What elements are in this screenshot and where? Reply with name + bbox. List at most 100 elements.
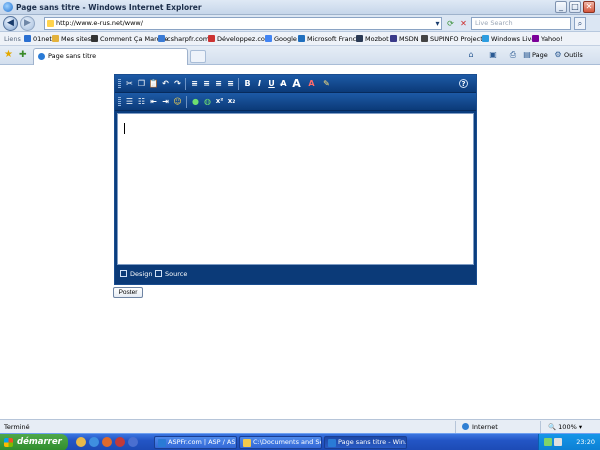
task-page-sans-titre[interactable]: Page sans titre - Win... [324,436,407,449]
copy-icon[interactable]: ❐ [136,78,147,89]
folder-icon [52,35,59,42]
link-windows-live[interactable]: Windows Live [482,35,535,43]
link-label: Développez.com [217,35,272,43]
link-supinfo[interactable]: SUPINFO Projects [421,35,486,43]
tray-network-icon[interactable] [544,438,552,446]
dropdown-icon[interactable]: ▾ [432,18,443,29]
link-microsoft-france[interactable]: Microsoft France [298,35,360,43]
taskbar: démarrer ASPFr.com | ASP / AS... C:\Docu… [0,433,600,450]
align-left-icon[interactable]: ≡ [189,78,200,89]
source-icon [155,270,162,277]
feeds-icon[interactable]: ▣ [488,50,498,60]
close-button[interactable]: ✕ [583,1,595,13]
link-label: SUPINFO Projects [430,35,487,43]
toolbar-separator [186,96,187,108]
justify-icon[interactable]: ≡ [225,78,236,89]
underline-icon[interactable]: U [266,78,277,89]
toolbar-grip[interactable] [118,79,121,89]
stop-icon[interactable]: ✕ [458,18,469,29]
paste-icon[interactable]: 📋 [148,78,159,89]
unordered-list-icon[interactable]: ☷ [136,96,147,107]
source-mode-tab[interactable]: Source [155,270,187,278]
align-center-icon[interactable]: ≡ [201,78,212,89]
page-menu[interactable]: Page [532,51,548,59]
text-caret [124,123,125,134]
source-label: Source [165,270,188,278]
page-icon [532,35,539,42]
toolbar-grip[interactable] [118,97,121,107]
start-button[interactable]: démarrer [0,434,68,450]
zoom-level: 100% [558,423,577,431]
smiley-icon[interactable]: ☺ [172,96,183,107]
security-zone[interactable]: Internet [462,423,498,431]
link-yahoo[interactable]: Yahoo! [532,35,563,43]
ordered-list-icon[interactable]: ☰ [124,96,135,107]
task-aspfr[interactable]: ASPFr.com | ASP / AS... [154,436,237,449]
windows-flag-icon [4,438,13,447]
bold-icon[interactable]: B [242,78,253,89]
indent-icon[interactable]: ⇥ [160,96,171,107]
search-input[interactable]: Live Search [471,17,571,30]
italic-icon[interactable]: I [254,78,265,89]
link-msdn[interactable]: MSDN [390,35,419,43]
superscript-icon[interactable]: x² [214,96,225,107]
editor-toolbar-2: ☰ ☷ ⇤ ⇥ ☺ ● ◍ x² x₂ [115,93,476,111]
outdent-icon[interactable]: ⇤ [148,96,159,107]
task-label: ASPFr.com | ASP / AS... [168,438,237,446]
design-mode-tab[interactable]: Design [120,270,152,278]
highlight-icon[interactable]: ✎ [321,78,332,89]
link-01net[interactable]: 01net [24,35,52,43]
strikethrough-icon[interactable]: A̶ [278,78,289,89]
back-button[interactable]: ◀ [3,16,18,31]
editor-text-area[interactable] [117,113,474,265]
quicklaunch-media-icon[interactable] [128,437,138,447]
search-icon[interactable]: ⌕ [574,17,586,30]
task-documents[interactable]: C:\Documents and Se... [239,436,322,449]
refresh-icon[interactable]: ⟳ [445,18,456,29]
favorites-star-icon[interactable]: ★ [4,50,13,60]
title-bar: Page sans titre - Windows Internet Explo… [0,0,600,15]
undo-icon[interactable]: ↶ [160,78,171,89]
link-label: Google [274,35,297,43]
status-text: Terminé [4,423,30,431]
link-mes-sites[interactable]: Mes sites [52,35,91,43]
font-color-icon[interactable]: A [306,78,317,89]
print-icon[interactable]: ⎙ [508,50,518,60]
url-input[interactable]: http://www.e-rus.net/www/ [44,17,442,30]
quicklaunch-explorer-icon[interactable] [76,437,86,447]
link-comment-ca-marche[interactable]: Comment Ça Marche [91,35,168,43]
new-tab-button[interactable] [190,50,206,63]
font-size-icon[interactable]: A [291,78,302,89]
subscript-icon[interactable]: x₂ [226,96,237,107]
ie-icon [328,439,336,447]
link-google[interactable]: Google [265,35,297,43]
page-icon [91,35,98,42]
forward-button[interactable]: ▶ [20,16,35,31]
system-tray: 23:20 [538,434,600,450]
design-label: Design [130,270,153,278]
link-developpez[interactable]: Développez.com [208,35,271,43]
align-right-icon[interactable]: ≡ [213,78,224,89]
redo-icon[interactable]: ↷ [172,78,183,89]
link-csharpfr[interactable]: csharpfr.com [158,35,209,43]
help-icon[interactable]: ? [459,79,468,88]
link-label: Windows Live [491,35,536,43]
html-editor: ✂ ❐ 📋 ↶ ↷ ≡ ≡ ≡ ≡ B I U A̶ A A ✎ ? ☰ ☷ ⇤… [114,74,477,285]
zoom-control[interactable]: 🔍 100% ▾ [548,423,582,431]
link-mozbot[interactable]: Mozbot [356,35,389,43]
cut-icon[interactable]: ✂ [124,78,135,89]
tools-menu[interactable]: Outils [564,51,583,59]
link-icon[interactable]: ● [190,96,201,107]
home-icon[interactable]: ⌂ [466,50,476,60]
add-favorites-icon[interactable]: ✚ [19,50,27,60]
maximize-button[interactable]: □ [569,1,581,13]
unlink-icon[interactable]: ◍ [202,96,213,107]
editor-mode-bar: Design Source [115,265,476,284]
quicklaunch-ie-icon[interactable] [89,437,99,447]
post-button[interactable]: Poster [113,287,143,298]
tray-volume-icon[interactable] [554,438,562,446]
minimize-button[interactable]: _ [555,1,567,13]
quicklaunch-firefox-icon[interactable] [102,437,112,447]
tab-page-sans-titre[interactable]: Page sans titre [33,48,188,65]
quicklaunch-app-icon[interactable] [115,437,125,447]
